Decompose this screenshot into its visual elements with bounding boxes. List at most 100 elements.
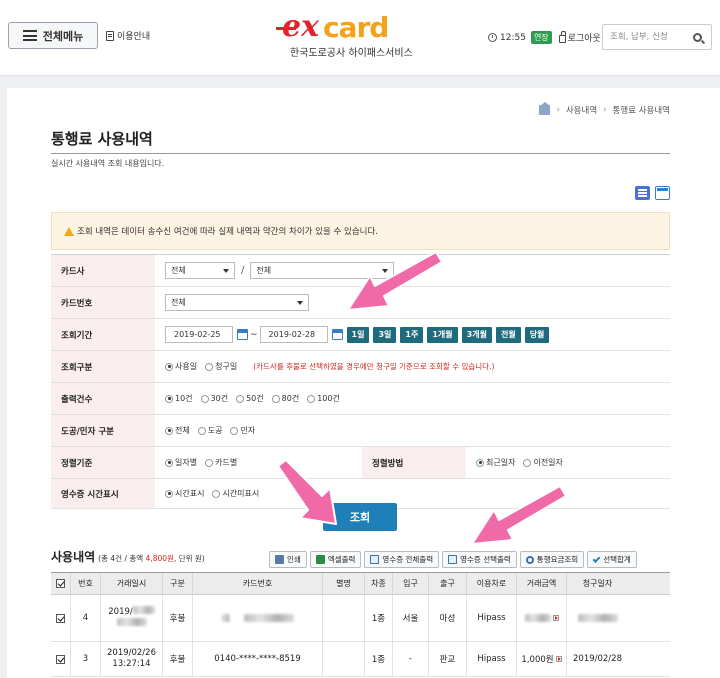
radio-use-date[interactable]: 사용일 [165, 361, 197, 372]
cell-datetime: 2019/ [101, 595, 163, 641]
search-input[interactable] [603, 32, 689, 42]
summary-suffix: , 단위 원) [173, 554, 205, 563]
page-title: 통행료 사용내역 [51, 130, 153, 148]
excel-export-button[interactable]: 엑셀출력 [309, 551, 362, 568]
checkmark-icon [592, 554, 601, 563]
radio-icon [165, 362, 173, 371]
road-type-label: 도공/민자 구분 [51, 415, 155, 446]
period-3day-button[interactable]: 3일 [373, 326, 397, 343]
extend-session-button[interactable]: 연장 [530, 31, 552, 44]
cell-card-number: 0140-****-****-8519 [193, 642, 323, 676]
period-1week-button[interactable]: 1주 [400, 326, 424, 343]
card-number-value: 전체 [171, 298, 186, 307]
radio-label: 카드별 [215, 458, 238, 467]
radio-road-all[interactable]: 전체 [165, 425, 190, 436]
radio-10[interactable]: 10건 [165, 393, 193, 404]
radio-billing-date[interactable]: 청구일 [205, 361, 237, 372]
receipt-selected-button[interactable]: 영수증 선택출력 [442, 551, 517, 568]
radio-sort-card[interactable]: 카드별 [205, 457, 237, 468]
breadcrumb-separator: › [556, 105, 560, 115]
print-label: 인쇄 [287, 555, 301, 564]
header-select-all[interactable] [51, 573, 71, 594]
global-search [602, 24, 712, 50]
cell-entry: - [393, 642, 429, 676]
calendar-view-icon[interactable] [655, 186, 670, 200]
usage-title: 사용내역 [51, 550, 96, 564]
card-number-label: 카드번호 [51, 287, 155, 318]
header-alias: 별명 [323, 573, 365, 594]
home-icon[interactable] [539, 102, 551, 115]
form-row-road-type: 도공/민자 구분 전체 도공 민자 [51, 415, 670, 447]
radio-label: 100건 [317, 394, 340, 403]
all-menu-button[interactable]: 전체메뉴 [8, 22, 98, 49]
radio-show-time[interactable]: 시간표시 [165, 488, 204, 499]
row-checkbox[interactable] [51, 595, 71, 641]
query-type-note: (카드사를 후불로 선택하였을 경우에만 청구일 기준으로 조회할 수 있습니다… [253, 362, 495, 371]
radio-sort-oldest[interactable]: 이전일자 [523, 457, 563, 468]
radio-road-private[interactable]: 민자 [230, 425, 255, 436]
radio-icon [212, 489, 221, 498]
summary-amount: 4,800원 [145, 554, 174, 563]
selected-sum-button[interactable]: 선택합계 [587, 551, 637, 568]
header-card-number: 카드번호 [193, 573, 323, 594]
radio-sort-recent[interactable]: 최근일자 [476, 457, 515, 468]
search-submit-button[interactable]: 조회 [323, 503, 397, 531]
card-product-select[interactable]: 전체 [250, 262, 395, 279]
radio-label: 이전일자 [533, 458, 563, 467]
calendar-icon[interactable] [331, 329, 343, 340]
query-type-label: 조회구분 [51, 351, 155, 382]
period-3month-button[interactable]: 3개월 [461, 326, 492, 343]
table-row[interactable]: 3 2019/02/26 13:27:14 후불 0140-****-****-8… [51, 642, 670, 677]
period-last-month-button[interactable]: 전월 [495, 326, 521, 343]
period-1day-button[interactable]: 1일 [346, 326, 370, 343]
row-checkbox[interactable] [51, 642, 71, 676]
calendar-icon[interactable] [237, 329, 248, 340]
radio-icon [165, 394, 173, 403]
radio-30[interactable]: 30건 [200, 393, 229, 404]
checkbox-icon [56, 613, 65, 623]
receipt-detail-icon[interactable] [552, 615, 559, 621]
radio-icon [476, 458, 484, 467]
period-this-month-button[interactable]: 당월 [524, 326, 550, 343]
radio-50[interactable]: 50건 [236, 393, 264, 404]
warning-icon [64, 226, 74, 236]
end-date-input[interactable]: 2019-02-28 [259, 326, 328, 343]
period-1month-button[interactable]: 1개월 [427, 326, 458, 343]
radio-sort-date[interactable]: 일자별 [165, 457, 197, 468]
hamburger-icon [22, 30, 37, 41]
card-company-select[interactable]: 전체 [165, 262, 235, 279]
receipt-detail-icon[interactable] [555, 656, 562, 662]
usage-section-title: 사용내역 (총 4건 / 총액 4,800원, 단위 원) [51, 548, 205, 565]
radio-label: 30건 [210, 394, 229, 403]
radio-label: 50건 [246, 394, 264, 403]
breadcrumb-item-usage[interactable]: 사용내역 [566, 104, 597, 116]
radio-label: 80건 [281, 394, 300, 403]
card-number-select[interactable]: 전체 [165, 294, 309, 311]
list-view-icon[interactable] [635, 186, 650, 200]
radio-road-public[interactable]: 도공 [197, 425, 222, 436]
radio-hide-time[interactable]: 시간미표시 [212, 488, 259, 499]
form-row-card-company: 카드사 전체 / 전체 [51, 255, 670, 287]
cell-alias [323, 642, 365, 676]
receipt-all-button[interactable]: 영수증 전체출력 [364, 551, 440, 568]
print-button[interactable]: 인쇄 [269, 551, 307, 568]
form-row-output-count: 출력건수 10건 30건 50건 80건 100건 [51, 383, 670, 415]
start-date-input[interactable]: 2019-02-25 [165, 326, 233, 343]
radio-100[interactable]: 100건 [307, 393, 340, 404]
excel-label: 엑셀출력 [327, 555, 356, 564]
lock-icon [558, 30, 566, 43]
redacted-blur [577, 614, 618, 622]
search-icon[interactable] [693, 32, 702, 42]
redacted-blur [243, 614, 294, 622]
table-row[interactable]: 4 2019/ 후불 1종 서울 마성 Hipass [51, 595, 670, 642]
cell-car-class: 1종 [365, 642, 393, 676]
toll-lookup-button[interactable]: 통행요금조회 [519, 551, 585, 568]
radio-80[interactable]: 80건 [271, 393, 300, 404]
logout-button[interactable]: 로그아웃 [558, 30, 601, 44]
excard-logo[interactable]: ex card 한국도로공사 하이패스서비스 [276, 10, 432, 60]
radio-icon [165, 426, 173, 435]
usage-guide-link[interactable]: 이용안내 [106, 29, 150, 42]
radio-label: 민자 [240, 426, 256, 435]
receipt-time-label: 영수증 시간표시 [51, 479, 155, 508]
table-header: 번호 거래일시 구분 카드번호 별명 차종 입구 출구 이용차로 거래금액 청구… [51, 573, 670, 595]
